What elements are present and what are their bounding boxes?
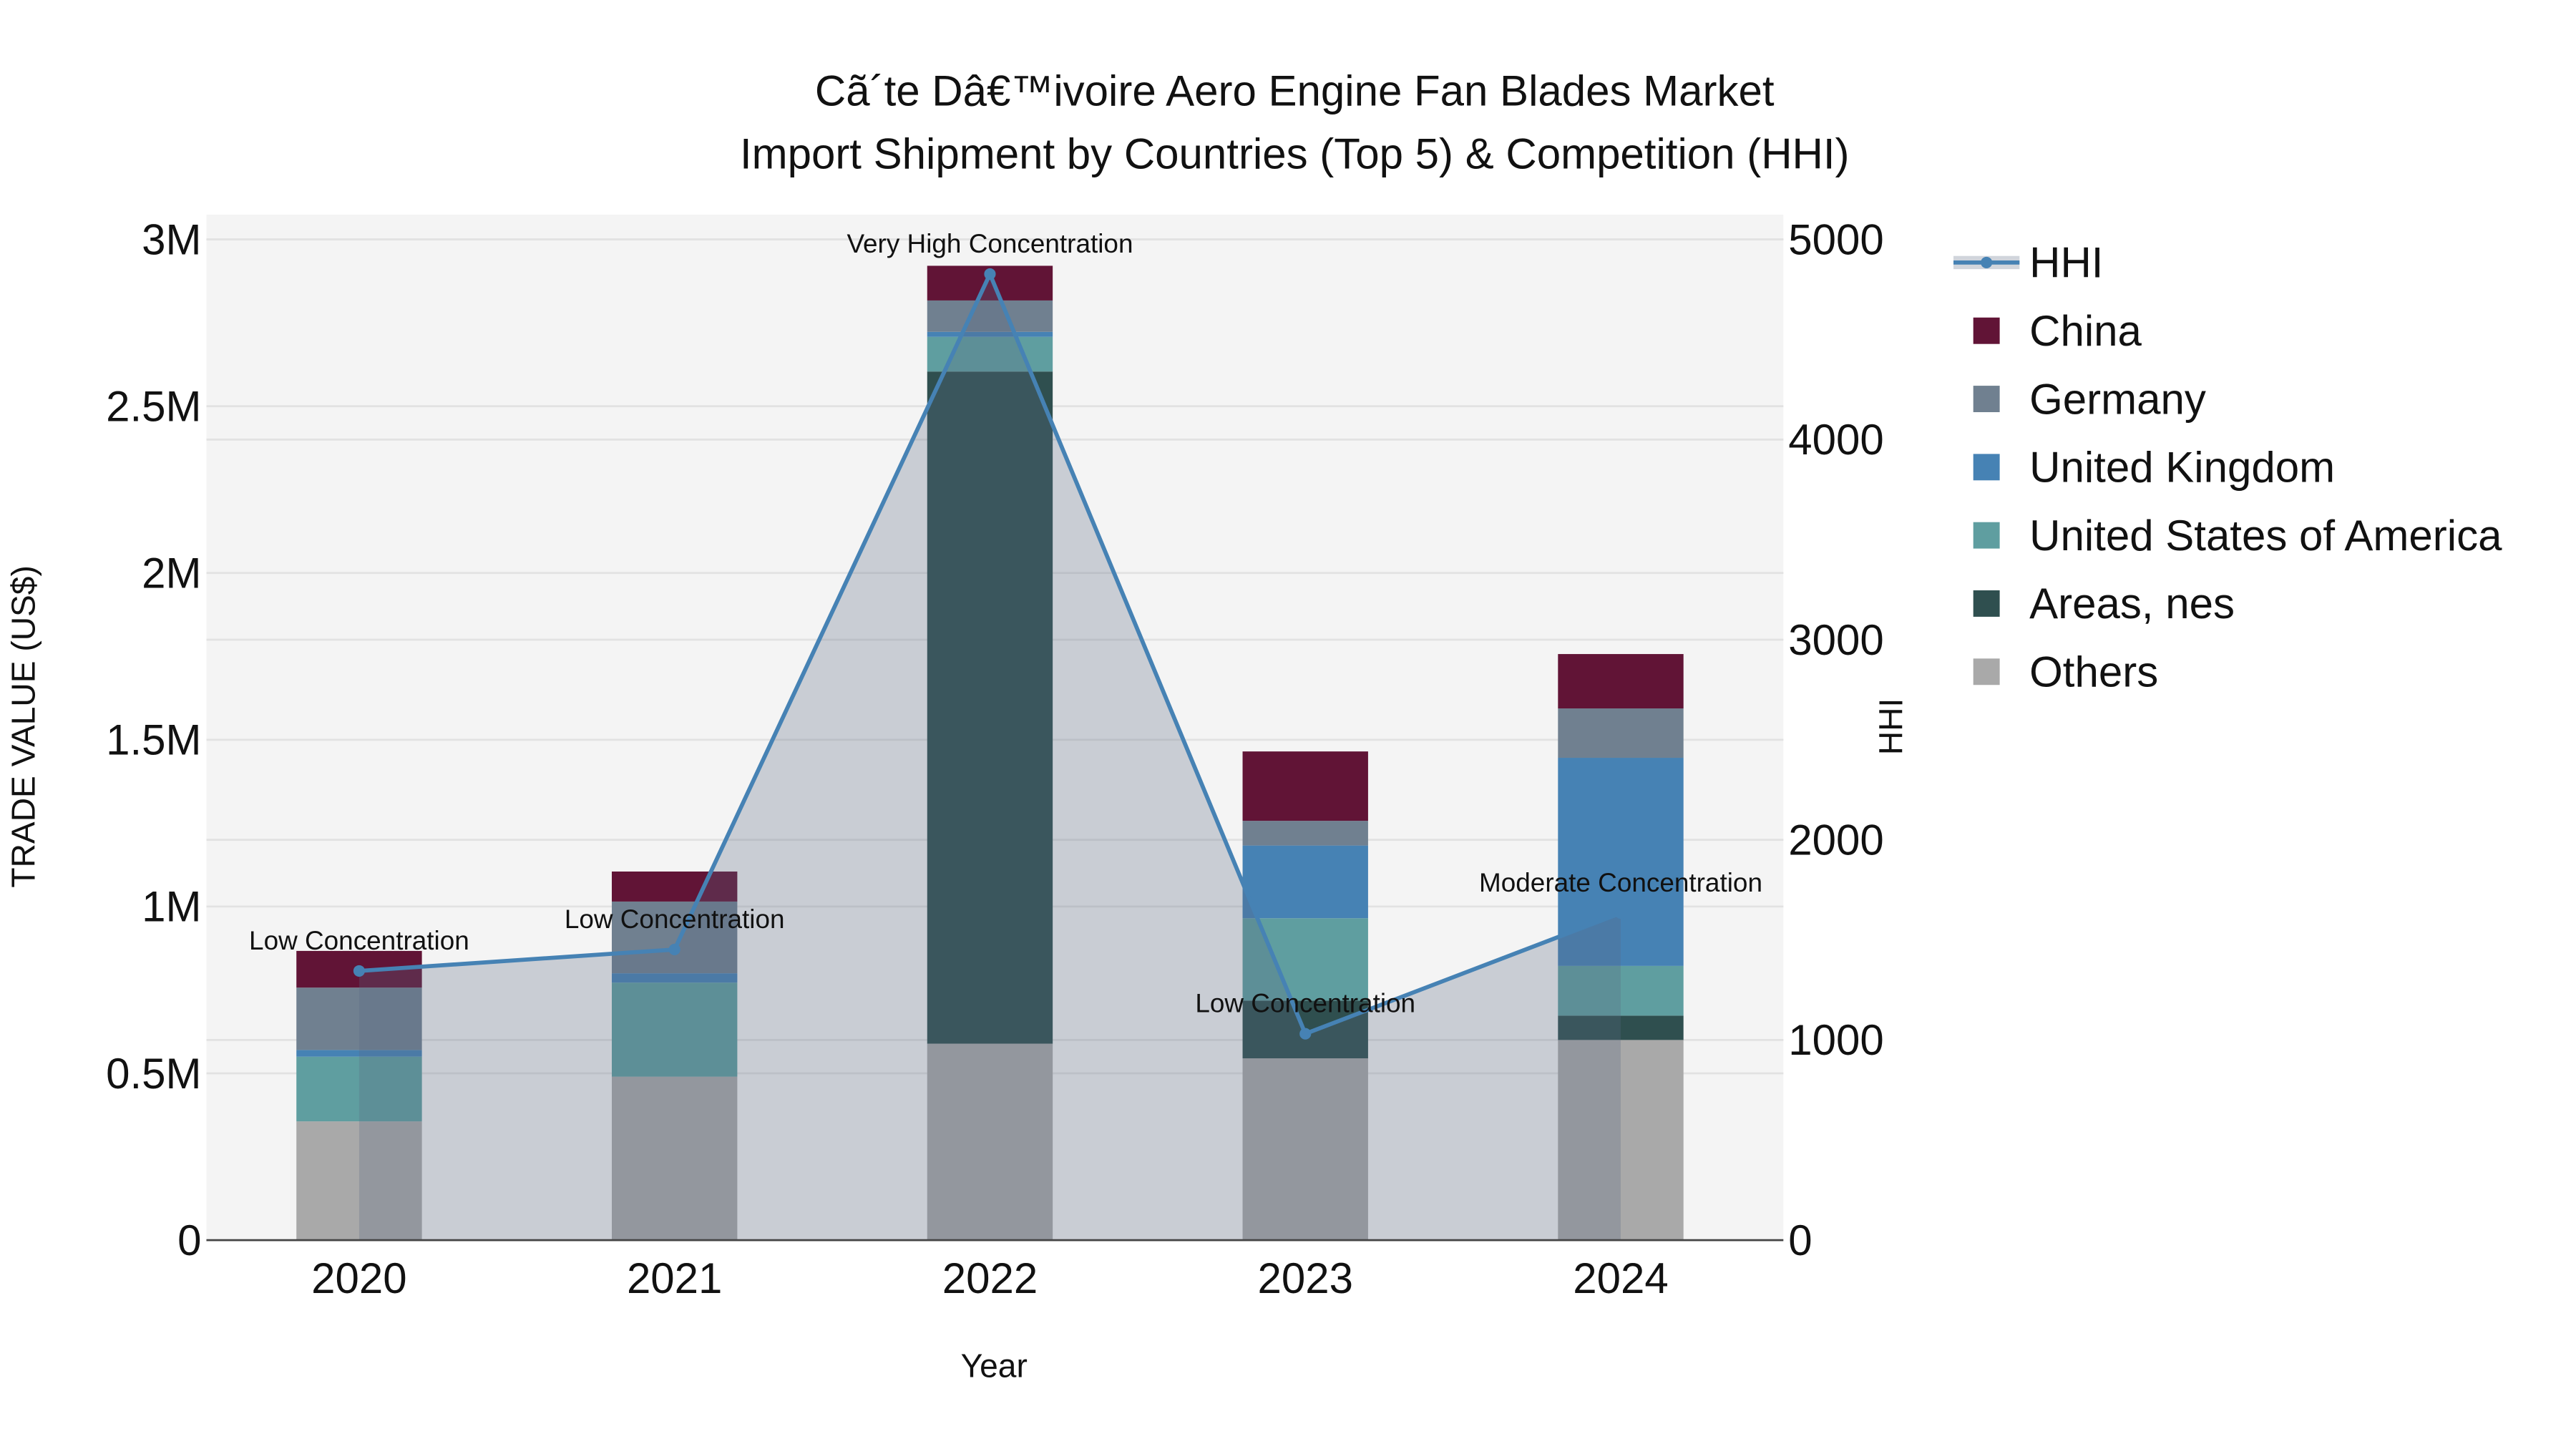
legend-label: Areas, nes (2029, 580, 2235, 628)
y-axis-title: TRADE VALUE (US$) (4, 565, 42, 887)
hhi-annotation: Low Concentration (1195, 989, 1415, 1018)
x-tick-label: 2022 (942, 1254, 1038, 1302)
y2-tick-label: 4000 (1788, 416, 1883, 464)
hhi-point-2022 (984, 268, 996, 280)
legend-swatch (1973, 590, 2000, 617)
legend-item-hhi[interactable]: HHI (1953, 239, 2103, 287)
hhi-point-2023 (1299, 1028, 1312, 1040)
y-tick-label: 2M (142, 550, 201, 597)
hhi-annotation: Low Concentration (249, 926, 469, 955)
legend-item-areas-nes[interactable]: Areas, nes (1973, 580, 2235, 628)
x-tick-label: 2023 (1257, 1254, 1352, 1302)
y2-tick-label: 0 (1788, 1216, 1812, 1264)
x-tick-label: 2020 (311, 1254, 406, 1302)
legend-swatch (1973, 386, 2000, 412)
chart-title: Cã´te Dâ€™ivoire Aero Engine Fan Blades … (815, 67, 1775, 115)
legend-swatch-marker (1981, 256, 1993, 268)
legend-item-united-kingdom[interactable]: United Kingdom (1973, 444, 2335, 492)
y-tick-label: 3M (142, 215, 201, 263)
legend-swatch (1973, 317, 2000, 344)
hhi-annotation: Low Concentration (565, 904, 785, 934)
hhi-point-2020 (353, 965, 365, 977)
y-tick-label: 2.5M (106, 382, 201, 430)
legend-label: China (2029, 307, 2142, 355)
y-tick-label: 1.5M (106, 716, 201, 764)
legend-label: United Kingdom (2029, 444, 2335, 492)
legend-swatch (1973, 658, 2000, 686)
y2-tick-label: 1000 (1788, 1016, 1883, 1064)
hhi-point-2021 (668, 943, 680, 956)
chart: Low Concentration Low Concentration Very H… (4, 67, 2502, 1385)
y-tick-label: 0 (177, 1216, 201, 1264)
hhi-point-2024 (1614, 907, 1627, 919)
bar-united-kingdom-2023 (1242, 845, 1368, 919)
legend-item-others[interactable]: Others (1973, 648, 2159, 696)
x-tick-label: 2021 (627, 1254, 722, 1302)
y2-tick-label: 3000 (1788, 616, 1883, 664)
hhi-annotation: Moderate Concentration (1479, 868, 1762, 897)
bar-china-2024 (1558, 654, 1684, 709)
x-tick-label: 2024 (1573, 1254, 1668, 1302)
legend-item-germany[interactable]: Germany (1973, 375, 2206, 423)
legend-label: Germany (2029, 375, 2206, 423)
x-axis-title: Year (961, 1347, 1028, 1385)
bar-germany-2024 (1558, 708, 1684, 758)
legend: HHI China Germany United Kingdom United Stat… (1953, 239, 2502, 696)
legend-swatch (1973, 454, 2000, 481)
bar-germany-2023 (1242, 821, 1368, 846)
y2-axis-title: HHI (1872, 698, 1909, 755)
y-tick-label: 0.5M (106, 1050, 201, 1098)
legend-label: HHI (2029, 239, 2103, 287)
y-tick-label: 1M (142, 883, 201, 931)
legend-label: United States of America (2029, 512, 2502, 560)
legend-swatch (1973, 522, 2000, 549)
legend-item-china[interactable]: China (1973, 307, 2142, 355)
legend-label: Others (2029, 648, 2158, 696)
hhi-annotation: Very High Concentration (847, 229, 1133, 258)
legend-item-united-states-of-america[interactable]: United States of America (1973, 512, 2502, 560)
chart-subtitle: Import Shipment by Countries (Top 5) & C… (740, 130, 1850, 177)
bar-china-2023 (1242, 751, 1368, 821)
y2-tick-label: 5000 (1788, 215, 1883, 263)
y2-tick-label: 2000 (1788, 816, 1883, 864)
